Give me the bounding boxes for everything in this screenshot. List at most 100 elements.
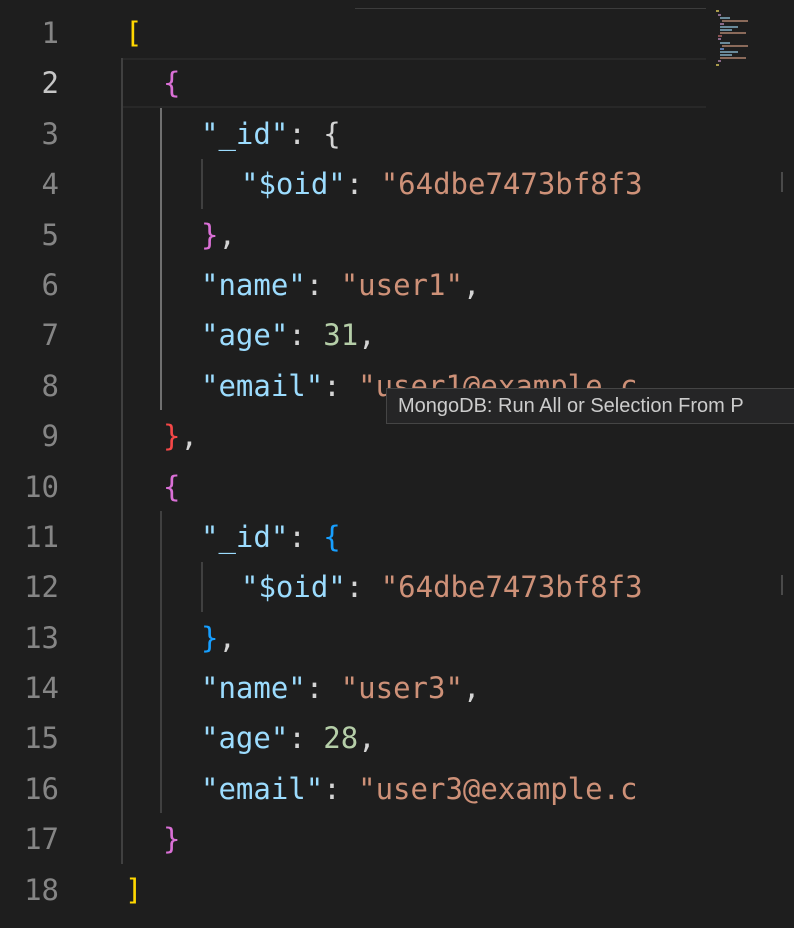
code-line[interactable]: { xyxy=(125,462,705,512)
code-line[interactable]: "age": 28, xyxy=(125,713,705,763)
json-key: "name" xyxy=(201,267,306,302)
code-line[interactable]: }, xyxy=(125,613,705,663)
json-key: "email" xyxy=(201,368,324,403)
json-string-value: "user3@example.c xyxy=(358,771,638,806)
minimap-line xyxy=(720,42,730,44)
json-string-value: "user3" xyxy=(340,671,463,706)
brace-close: } xyxy=(163,822,181,857)
indent-guide xyxy=(121,58,123,864)
json-string-value: "user1" xyxy=(340,267,463,302)
line-number: 8 xyxy=(41,368,59,403)
colon: : xyxy=(305,267,341,302)
code-line[interactable]: }, xyxy=(125,210,705,260)
code-editor[interactable]: 1 2 3 4 5 6 7 8 9 10 11 12 13 14 15 16 1… xyxy=(0,0,794,928)
comma: , xyxy=(180,419,198,454)
line-number: 14 xyxy=(24,671,59,706)
line-number: 4 xyxy=(41,167,59,202)
minimap-line xyxy=(720,51,738,53)
line-number: 17 xyxy=(24,822,59,857)
colon: : xyxy=(288,519,324,554)
line-number: 16 xyxy=(24,771,59,806)
minimap-line xyxy=(716,10,719,12)
brace-close: } xyxy=(201,620,219,655)
minimap-line xyxy=(718,14,721,16)
scrollbar-marker xyxy=(781,575,783,595)
code-line[interactable]: "age": 31, xyxy=(125,310,705,360)
line-number: 11 xyxy=(24,519,59,554)
brace-close: } xyxy=(201,217,219,252)
comma: , xyxy=(462,671,481,706)
minimap-line xyxy=(720,54,732,56)
code-line[interactable]: [ xyxy=(125,8,705,58)
brace-open: { xyxy=(323,519,341,554)
scrollbar-marker xyxy=(781,172,783,192)
minimap-line xyxy=(722,20,748,22)
colon: : xyxy=(345,167,381,202)
colon: : xyxy=(345,570,381,605)
json-string-value: "64dbe7473bf8f3 xyxy=(380,570,643,605)
json-key: "age" xyxy=(201,318,289,353)
comma: , xyxy=(218,217,236,252)
line-number: 6 xyxy=(41,267,59,302)
line-number-active: 2 xyxy=(41,66,59,101)
line-number: 3 xyxy=(41,116,59,151)
bracket-open: [ xyxy=(125,16,143,50)
line-number: 13 xyxy=(24,620,59,655)
code-line[interactable]: "name": "user3", xyxy=(125,663,705,713)
json-key: "_id" xyxy=(201,116,289,151)
json-string-value: "64dbe7473bf8f3 xyxy=(380,167,643,202)
code-line[interactable]: { xyxy=(125,58,705,108)
minimap-line xyxy=(720,26,738,28)
minimap-line xyxy=(720,17,730,19)
minimap-line xyxy=(718,38,721,40)
line-number: 9 xyxy=(41,419,59,454)
comma: , xyxy=(358,318,376,353)
code-line[interactable]: "$oid": "64dbe7473bf8f3 xyxy=(125,562,705,612)
code-line[interactable]: } xyxy=(125,814,705,864)
comma: , xyxy=(358,721,376,756)
colon: : xyxy=(288,116,324,151)
minimap-line xyxy=(720,29,732,31)
line-number: 10 xyxy=(24,469,59,504)
minimap-line xyxy=(718,60,721,62)
json-key: "email" xyxy=(201,771,324,806)
json-key: "$oid" xyxy=(241,570,346,605)
json-key: "age" xyxy=(201,721,289,756)
minimap-line xyxy=(720,32,746,34)
code-line[interactable]: "$oid": "64dbe7473bf8f3 xyxy=(125,159,705,209)
line-number: 12 xyxy=(24,570,59,605)
colon: : xyxy=(323,368,359,403)
minimap-line xyxy=(720,48,724,50)
line-number: 1 xyxy=(41,16,59,50)
brace-open: { xyxy=(163,66,181,101)
colon: : xyxy=(323,771,359,806)
line-number: 15 xyxy=(24,721,59,756)
code-line[interactable]: "_id": { xyxy=(125,109,705,159)
code-line[interactable]: "name": "user1", xyxy=(125,260,705,310)
code-line[interactable]: "_id": { xyxy=(125,512,705,562)
bracket-close: ] xyxy=(125,872,143,907)
colon: : xyxy=(288,721,324,756)
code-line[interactable]: "email": "user3@example.c xyxy=(125,764,705,814)
line-number: 18 xyxy=(24,872,59,907)
json-key: "_id" xyxy=(201,519,289,554)
line-number: 5 xyxy=(41,217,59,252)
minimap[interactable] xyxy=(706,0,794,928)
json-number-value: 28 xyxy=(323,721,359,756)
command-tooltip: MongoDB: Run All or Selection From P xyxy=(386,388,794,424)
minimap-line xyxy=(720,57,746,59)
comma: , xyxy=(462,267,481,302)
brace-close: } xyxy=(163,419,181,454)
minimap-line xyxy=(718,35,722,37)
json-number-value: 31 xyxy=(323,318,359,353)
colon: : xyxy=(305,671,341,706)
line-number-gutter: 1 2 3 4 5 6 7 8 9 10 11 12 13 14 15 16 1… xyxy=(0,8,70,915)
json-key: "name" xyxy=(201,671,306,706)
line-number: 7 xyxy=(41,318,59,353)
minimap-line xyxy=(722,45,748,47)
code-line[interactable]: ] xyxy=(125,865,705,915)
brace-open: { xyxy=(323,116,341,151)
minimap-line xyxy=(720,23,724,25)
code-area[interactable]: [ { "_id": { "$oid": "64dbe7473bf8f3 }, … xyxy=(125,8,705,915)
minimap-line xyxy=(716,64,719,66)
